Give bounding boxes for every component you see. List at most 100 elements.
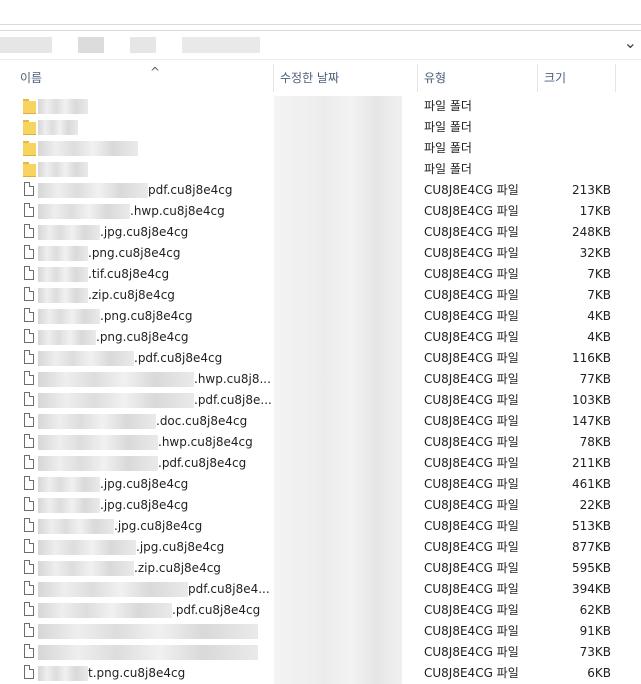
file-row[interactable]: .pdf.cu8j8e... CU8J8E4CG 파일 103KB <box>0 390 641 411</box>
file-size: 103KB <box>571 393 611 407</box>
redacted-name <box>38 330 96 345</box>
redacted-modified-date <box>274 495 402 516</box>
redacted-modified-date <box>274 411 402 432</box>
address-path-segment[interactable] <box>0 37 52 53</box>
file-row[interactable]: .doc.cu8j8e4cg CU8J8E4CG 파일 147KB <box>0 411 641 432</box>
redacted-name <box>38 477 100 492</box>
file-icon <box>24 665 34 679</box>
file-type: CU8J8E4CG 파일 <box>424 267 519 281</box>
redacted-modified-date <box>274 579 402 600</box>
folder-icon <box>23 141 36 156</box>
folder-row[interactable]: 파일 폴더 <box>0 159 641 180</box>
file-row[interactable]: .png.cu8j8e4cg CU8J8E4CG 파일 32KB <box>0 243 641 264</box>
file-icon <box>24 392 34 406</box>
column-date-label: 수정한 날짜 <box>280 71 340 85</box>
file-type: CU8J8E4CG 파일 <box>424 204 519 218</box>
file-icon <box>24 560 34 574</box>
column-header-type[interactable]: 유형 <box>418 64 538 92</box>
address-path-segment[interactable] <box>182 37 260 53</box>
file-row[interactable]: CU8J8E4CG 파일 91KB <box>0 621 641 642</box>
file-type: 파일 폴더 <box>424 162 472 176</box>
redacted-modified-date <box>274 537 402 558</box>
file-size: 211KB <box>571 456 611 470</box>
file-size: 213KB <box>571 183 611 197</box>
file-row[interactable]: .tif.cu8j8e4cg CU8J8E4CG 파일 7KB <box>0 264 641 285</box>
file-row[interactable]: .pdf.cu8j8e4cg CU8J8E4CG 파일 62KB <box>0 600 641 621</box>
file-size: 595KB <box>571 561 611 575</box>
file-icon <box>24 224 34 238</box>
address-bar[interactable]: ⌄ <box>0 30 641 60</box>
file-icon <box>24 182 34 196</box>
file-row[interactable]: .hwp.cu8j8e4cg CU8J8E4CG 파일 78KB <box>0 432 641 453</box>
redacted-modified-date <box>274 180 402 201</box>
redacted-modified-date <box>274 222 402 243</box>
file-type: CU8J8E4CG 파일 <box>424 498 519 512</box>
redacted-name <box>38 435 158 450</box>
file-size: 7KB <box>587 288 611 302</box>
redacted-modified-date <box>274 306 402 327</box>
redacted-name <box>38 645 258 660</box>
file-row[interactable]: .hwp.cu8j8e4cg CU8J8E4CG 파일 17KB <box>0 201 641 222</box>
file-size: 32KB <box>579 246 611 260</box>
file-row[interactable]: .zip.cu8j8e4cg CU8J8E4CG 파일 595KB <box>0 558 641 579</box>
file-row[interactable]: pdf.cu8j8e4cg CU8J8E4CG 파일 213KB <box>0 180 641 201</box>
file-type: 파일 폴더 <box>424 99 472 113</box>
file-type: CU8J8E4CG 파일 <box>424 624 519 638</box>
redacted-name <box>38 204 130 219</box>
file-type: CU8J8E4CG 파일 <box>424 435 519 449</box>
column-header: ^ 이름 수정한 날짜 유형 크기 <box>0 64 641 92</box>
column-header-date[interactable]: 수정한 날짜 <box>274 64 418 92</box>
sort-ascending-icon: ^ <box>150 65 161 79</box>
file-type: CU8J8E4CG 파일 <box>424 456 519 470</box>
redacted-name <box>38 141 138 156</box>
file-name: .zip.cu8j8e4cg <box>134 561 221 575</box>
file-icon <box>24 497 34 511</box>
redacted-modified-date <box>274 264 402 285</box>
file-row[interactable]: .jpg.cu8j8e4cg CU8J8E4CG 파일 22KB <box>0 495 641 516</box>
file-type: CU8J8E4CG 파일 <box>424 666 519 680</box>
folder-icon <box>23 162 36 177</box>
folder-row[interactable]: 파일 폴더 <box>0 117 641 138</box>
file-row[interactable]: .jpg.cu8j8e4cg CU8J8E4CG 파일 248KB <box>0 222 641 243</box>
column-header-name[interactable]: ^ 이름 <box>14 64 274 92</box>
file-row[interactable]: .pdf.cu8j8e4cg CU8J8E4CG 파일 116KB <box>0 348 641 369</box>
file-row[interactable]: .hwp.cu8j8... CU8J8E4CG 파일 77KB <box>0 369 641 390</box>
file-icon <box>24 476 34 490</box>
file-size: 73KB <box>579 645 611 659</box>
address-path-segment[interactable] <box>78 37 104 53</box>
redacted-modified-date <box>274 453 402 474</box>
file-row[interactable]: t.png.cu8j8e4cg CU8J8E4CG 파일 6KB <box>0 663 641 684</box>
file-row[interactable]: .png.cu8j8e4cg CU8J8E4CG 파일 4KB <box>0 327 641 348</box>
file-row[interactable]: .jpg.cu8j8e4cg CU8J8E4CG 파일 461KB <box>0 474 641 495</box>
file-row[interactable]: CU8J8E4CG 파일 73KB <box>0 642 641 663</box>
file-icon <box>24 602 34 616</box>
file-name: .hwp.cu8j8e4cg <box>158 435 253 449</box>
file-row[interactable]: .pdf.cu8j8e4cg CU8J8E4CG 파일 211KB <box>0 453 641 474</box>
file-row[interactable]: .jpg.cu8j8e4cg CU8J8E4CG 파일 877KB <box>0 537 641 558</box>
file-type: CU8J8E4CG 파일 <box>424 246 519 260</box>
folder-row[interactable]: 파일 폴더 <box>0 138 641 159</box>
file-type: CU8J8E4CG 파일 <box>424 225 519 239</box>
file-size: 77KB <box>579 372 611 386</box>
file-icon <box>24 245 34 259</box>
file-row[interactable]: pdf.cu8j8e4... CU8J8E4CG 파일 394KB <box>0 579 641 600</box>
file-row[interactable]: .zip.cu8j8e4cg CU8J8E4CG 파일 7KB <box>0 285 641 306</box>
file-row[interactable]: .jpg.cu8j8e4cg CU8J8E4CG 파일 513KB <box>0 516 641 537</box>
column-size-label: 크기 <box>544 71 567 85</box>
redacted-modified-date <box>274 516 402 537</box>
file-type: CU8J8E4CG 파일 <box>424 183 519 197</box>
file-type: CU8J8E4CG 파일 <box>424 540 519 554</box>
file-name: .tif.cu8j8e4cg <box>88 267 170 281</box>
file-name: .png.cu8j8e4cg <box>88 246 181 260</box>
file-type: 파일 폴더 <box>424 141 472 155</box>
redacted-name <box>38 603 172 618</box>
file-name: .jpg.cu8j8e4cg <box>100 477 189 491</box>
chevron-down-icon[interactable]: ⌄ <box>624 33 637 52</box>
folder-row[interactable]: 파일 폴더 <box>0 96 641 117</box>
address-path-segment[interactable] <box>130 37 156 53</box>
redacted-modified-date <box>274 621 402 642</box>
column-header-size[interactable]: 크기 <box>538 64 616 92</box>
file-row[interactable]: .png.cu8j8e4cg CU8J8E4CG 파일 4KB <box>0 306 641 327</box>
file-size: 6KB <box>587 666 611 680</box>
redacted-name <box>38 561 134 576</box>
